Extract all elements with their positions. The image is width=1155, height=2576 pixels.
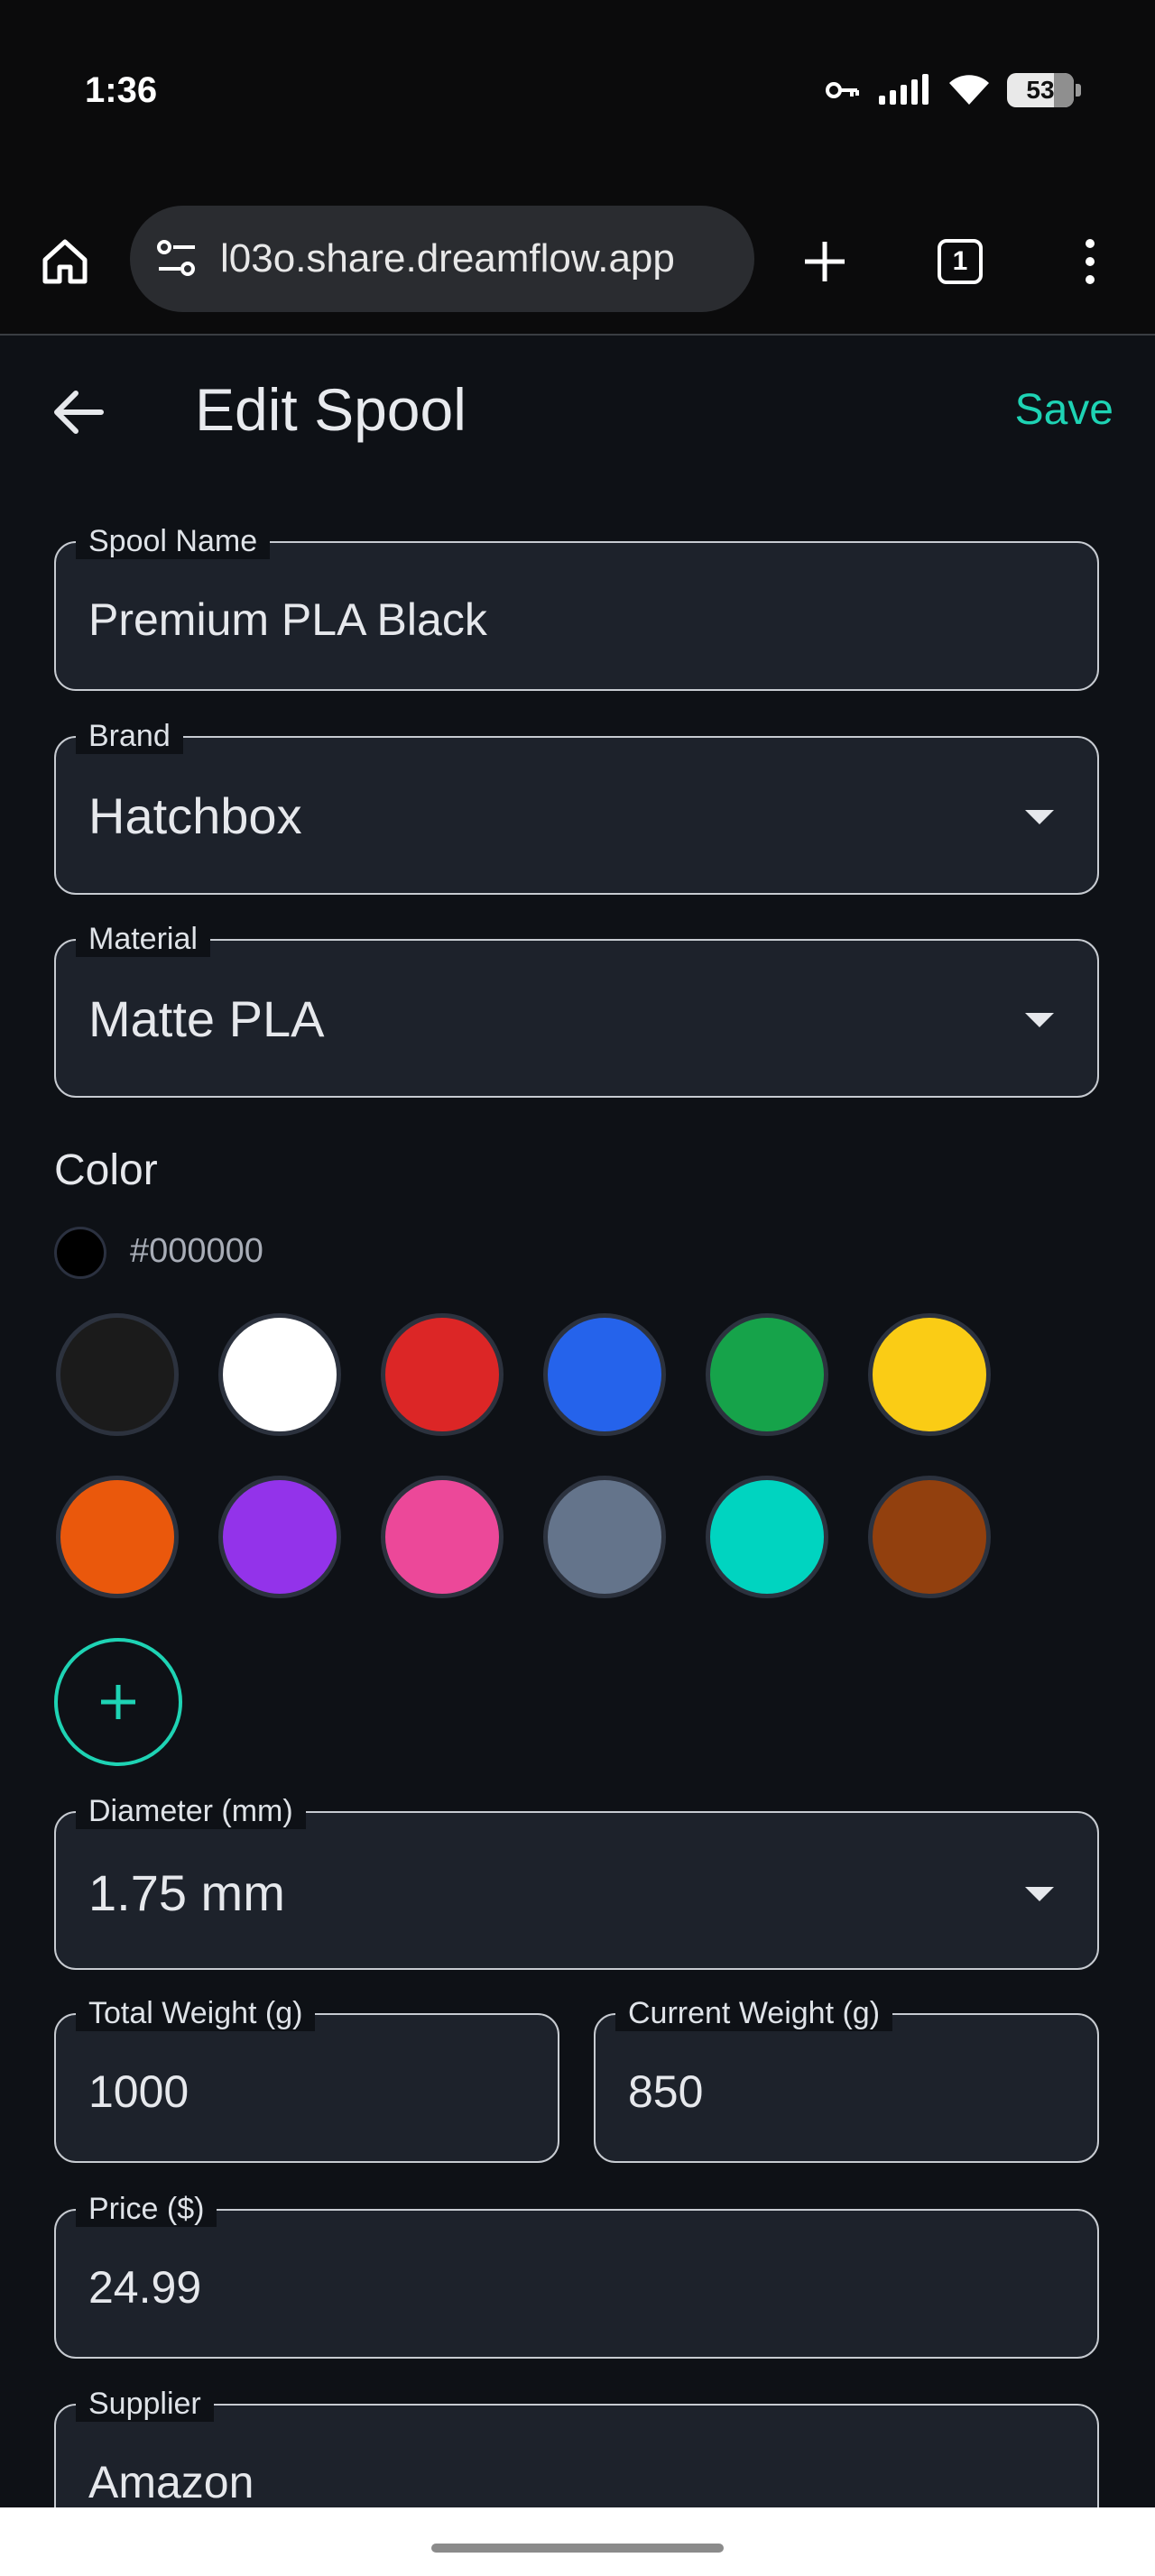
color-swatch[interactable] [56, 1476, 179, 1598]
browser-menu-button[interactable] [1054, 225, 1126, 298]
address-bar[interactable]: l03o.share.dreamflow.app [130, 206, 754, 312]
supplier-label: Supplier [76, 2386, 214, 2422]
color-swatch[interactable] [706, 1476, 828, 1598]
chevron-down-icon [1025, 810, 1054, 824]
app-bar: Edit Spool Save [0, 336, 1155, 487]
battery-icon: 53 [1007, 73, 1081, 107]
home-indicator[interactable] [431, 2544, 724, 2553]
total-weight-label: Total Weight (g) [76, 1995, 316, 2031]
spool-name-label: Spool Name [76, 523, 271, 559]
diameter-dropdown[interactable]: Diameter (mm) 1.75 mm [54, 1793, 1099, 1970]
brand-value: Hatchbox [88, 787, 302, 844]
color-swatch[interactable] [706, 1313, 828, 1436]
color-swatch[interactable] [543, 1313, 666, 1436]
gesture-bar [0, 2507, 1155, 2576]
status-time: 1:36 [85, 70, 158, 110]
selected-color-preview [54, 1227, 106, 1279]
url-text: l03o.share.dreamflow.app [220, 236, 675, 281]
total-weight-field[interactable]: Total Weight (g) 1000 [54, 1995, 559, 2163]
status-bar: 1:36 53 [0, 0, 1155, 189]
spool-name-value: Premium PLA Black [88, 594, 487, 645]
vpn-key-icon [826, 82, 859, 98]
price-field[interactable]: Price ($) 24.99 [54, 2191, 1099, 2359]
material-value: Matte PLA [88, 990, 325, 1047]
diameter-value: 1.75 mm [88, 1864, 285, 1921]
brand-dropdown[interactable]: Brand Hatchbox [54, 718, 1099, 895]
current-weight-label: Current Weight (g) [615, 1995, 893, 2031]
supplier-value: Amazon [88, 2457, 254, 2507]
save-button[interactable]: Save [1010, 384, 1119, 436]
new-tab-button[interactable] [789, 225, 861, 298]
color-swatch[interactable] [218, 1313, 341, 1436]
material-dropdown[interactable]: Material Matte PLA [54, 921, 1099, 1098]
current-weight-field[interactable]: Current Weight (g) 850 [594, 1995, 1099, 2163]
add-color-button[interactable] [54, 1638, 182, 1766]
color-swatch[interactable] [868, 1476, 991, 1598]
spool-name-field[interactable]: Spool Name Premium PLA Black [54, 523, 1099, 691]
chevron-down-icon [1025, 1887, 1054, 1901]
price-value: 24.99 [88, 2262, 202, 2313]
color-swatch[interactable] [381, 1476, 504, 1598]
more-vert-icon [1086, 239, 1095, 284]
plus-icon [101, 1685, 135, 1719]
price-label: Price ($) [76, 2191, 217, 2227]
color-swatch[interactable] [218, 1476, 341, 1598]
color-section-title: Color [54, 1146, 158, 1194]
color-swatch[interactable] [56, 1313, 179, 1436]
brand-label: Brand [76, 718, 183, 754]
chevron-down-icon [1025, 1013, 1054, 1027]
home-button[interactable] [29, 225, 101, 298]
signal-icon [879, 74, 929, 105]
selected-color-hex: #000000 [130, 1232, 263, 1270]
color-swatch[interactable] [868, 1313, 991, 1436]
wifi-icon [949, 75, 989, 105]
tab-count-icon: 1 [938, 239, 983, 284]
color-swatch[interactable] [381, 1313, 504, 1436]
tab-switcher-button[interactable]: 1 [924, 225, 996, 298]
page-title: Edit Spool [195, 376, 467, 443]
material-label: Material [76, 921, 210, 957]
back-arrow-icon[interactable] [47, 381, 110, 444]
plus-icon [805, 242, 845, 281]
total-weight-value: 1000 [88, 2066, 189, 2117]
home-icon [42, 239, 88, 284]
status-icons: 53 [825, 70, 1081, 110]
diameter-label: Diameter (mm) [76, 1793, 306, 1829]
color-swatch[interactable] [543, 1476, 666, 1598]
site-settings-icon[interactable] [152, 233, 202, 283]
current-weight-value: 850 [628, 2066, 704, 2117]
